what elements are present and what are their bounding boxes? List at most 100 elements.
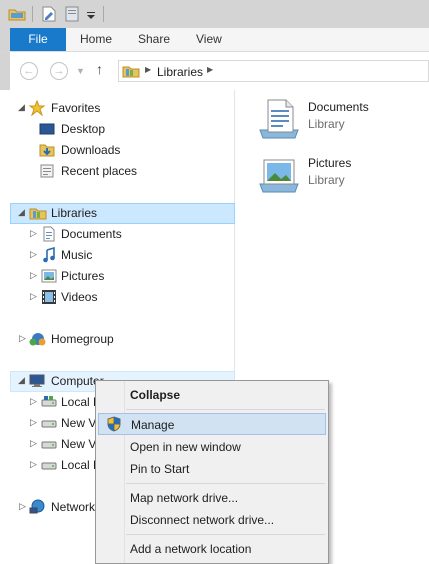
menu-item-label: Add a network location [130,542,252,556]
expand-arrow-icon[interactable]: ▷ [19,333,28,344]
nav-label: Downloads [61,143,121,157]
nav-label: Desktop [61,122,106,136]
nav-label: Recent places [61,164,138,178]
menu-item-label: Open in new window [130,440,241,454]
library-item-documents[interactable]: Documents Library [254,96,429,142]
chevron-right-icon[interactable]: ▶ [207,65,213,74]
menu-item-open-in-new-window[interactable]: Open in new window [98,436,326,458]
menu-item-add-network-location[interactable]: Add a network location [98,538,326,560]
breadcrumb-libraries[interactable]: Libraries [157,65,203,79]
nav-item-music[interactable]: ▷ Music [10,245,235,266]
context-menu: Collapse Manage Open in new window Pin t… [95,380,329,564]
chevron-right-icon[interactable]: ▶ [145,65,151,74]
nav-label: New V [61,416,97,430]
tab-home[interactable]: Home [80,28,112,51]
drive-icon [41,394,57,410]
folder-icon [8,6,26,22]
nav-item-documents[interactable]: ▷ Documents [10,224,235,245]
downloads-icon [39,142,55,158]
library-name: Pictures [308,156,352,170]
forward-button[interactable]: → [50,62,68,80]
desktop-icon [39,121,55,137]
recent-locations-icon[interactable]: ▼ [76,66,85,76]
documents-icon [41,226,57,242]
new-folder-icon[interactable] [65,6,80,22]
recent-places-icon [39,163,55,179]
nav-item-desktop[interactable]: Desktop [10,119,235,140]
libraries-icon [122,63,140,82]
address-bar[interactable]: ▶ Libraries ▶ [118,60,429,82]
properties-icon[interactable] [42,6,56,22]
expand-arrow-icon[interactable]: ▷ [19,501,28,512]
network-icon [29,499,45,515]
star-icon [28,99,46,117]
title-bar [0,0,429,28]
videos-icon [41,289,57,305]
expand-arrow-icon[interactable]: ▷ [30,270,39,281]
menu-separator [126,409,325,410]
nav-favorites[interactable]: ◢ Favorites [10,98,235,119]
music-icon [41,246,57,263]
toolbar-separator [32,6,33,22]
collapse-arrow-icon[interactable]: ◢ [18,375,27,386]
tab-share[interactable]: Share [138,28,170,51]
nav-label: Libraries [51,206,98,220]
library-name: Documents [308,100,369,114]
nav-libraries[interactable]: ◢ Libraries [10,203,235,224]
nav-item-recent-places[interactable]: Recent places [10,161,235,182]
nav-label: Homegroup [51,332,114,346]
libraries-icon [29,205,47,221]
pictures-icon [41,268,57,284]
back-button[interactable]: ← [20,62,38,80]
nav-label: Pictures [61,269,105,283]
nav-label: Videos [61,290,98,304]
library-item-pictures[interactable]: Pictures Library [254,152,429,198]
drive-icon [41,436,57,452]
menu-item-disconnect-network-drive[interactable]: Disconnect network drive... [98,509,326,531]
library-type: Library [308,173,345,187]
expand-arrow-icon[interactable]: ▷ [30,459,39,470]
nav-homegroup[interactable]: ▷ Homegroup [10,329,235,350]
menu-separator [126,534,325,535]
menu-item-manage[interactable]: Manage [98,413,326,435]
nav-label: New V [61,437,97,451]
menu-item-collapse[interactable]: Collapse [98,384,326,406]
documents-library-icon [256,96,302,145]
nav-label: Network [51,500,96,514]
nav-label: Favorites [51,101,101,115]
drive-icon [41,457,57,473]
menu-item-label: Map network drive... [130,491,239,505]
tab-file[interactable]: File [10,28,66,51]
menu-item-pin-to-start[interactable]: Pin to Start [98,458,326,480]
expand-arrow-icon[interactable]: ▷ [30,417,39,428]
menu-separator [126,483,325,484]
menu-item-map-network-drive[interactable]: Map network drive... [98,487,326,509]
up-icon[interactable]: ↑ [96,61,103,77]
expand-arrow-icon[interactable]: ▷ [30,438,39,449]
menu-item-label: Pin to Start [130,462,190,476]
expand-arrow-icon[interactable]: ▷ [30,396,39,407]
computer-icon [29,373,45,389]
homegroup-icon [29,331,46,347]
shield-icon [106,416,122,435]
collapse-arrow-icon[interactable]: ◢ [18,207,27,218]
tab-view[interactable]: View [196,28,222,51]
drive-icon [41,415,57,431]
menu-item-label: Disconnect network drive... [130,513,275,527]
address-row: ← → ▼ ↑ ▶ Libraries ▶ [0,52,429,90]
expand-arrow-icon[interactable]: ▷ [30,228,39,239]
customize-toolbar-icon[interactable] [86,6,96,22]
library-type: Library [308,117,345,131]
ribbon-tabs: File Home Share View [0,28,429,52]
expand-arrow-icon[interactable]: ▷ [30,249,39,260]
nav-item-downloads[interactable]: Downloads [10,140,235,161]
menu-item-label: Manage [131,418,175,432]
toolbar-separator [103,6,104,22]
nav-item-videos[interactable]: ▷ Videos [10,287,235,308]
nav-label: Documents [61,227,122,241]
nav-item-pictures[interactable]: ▷ Pictures [10,266,235,287]
pictures-library-icon [256,152,302,201]
expand-arrow-icon[interactable]: ▷ [30,291,39,302]
collapse-arrow-icon[interactable]: ◢ [18,102,27,113]
nav-label: Music [61,248,93,262]
